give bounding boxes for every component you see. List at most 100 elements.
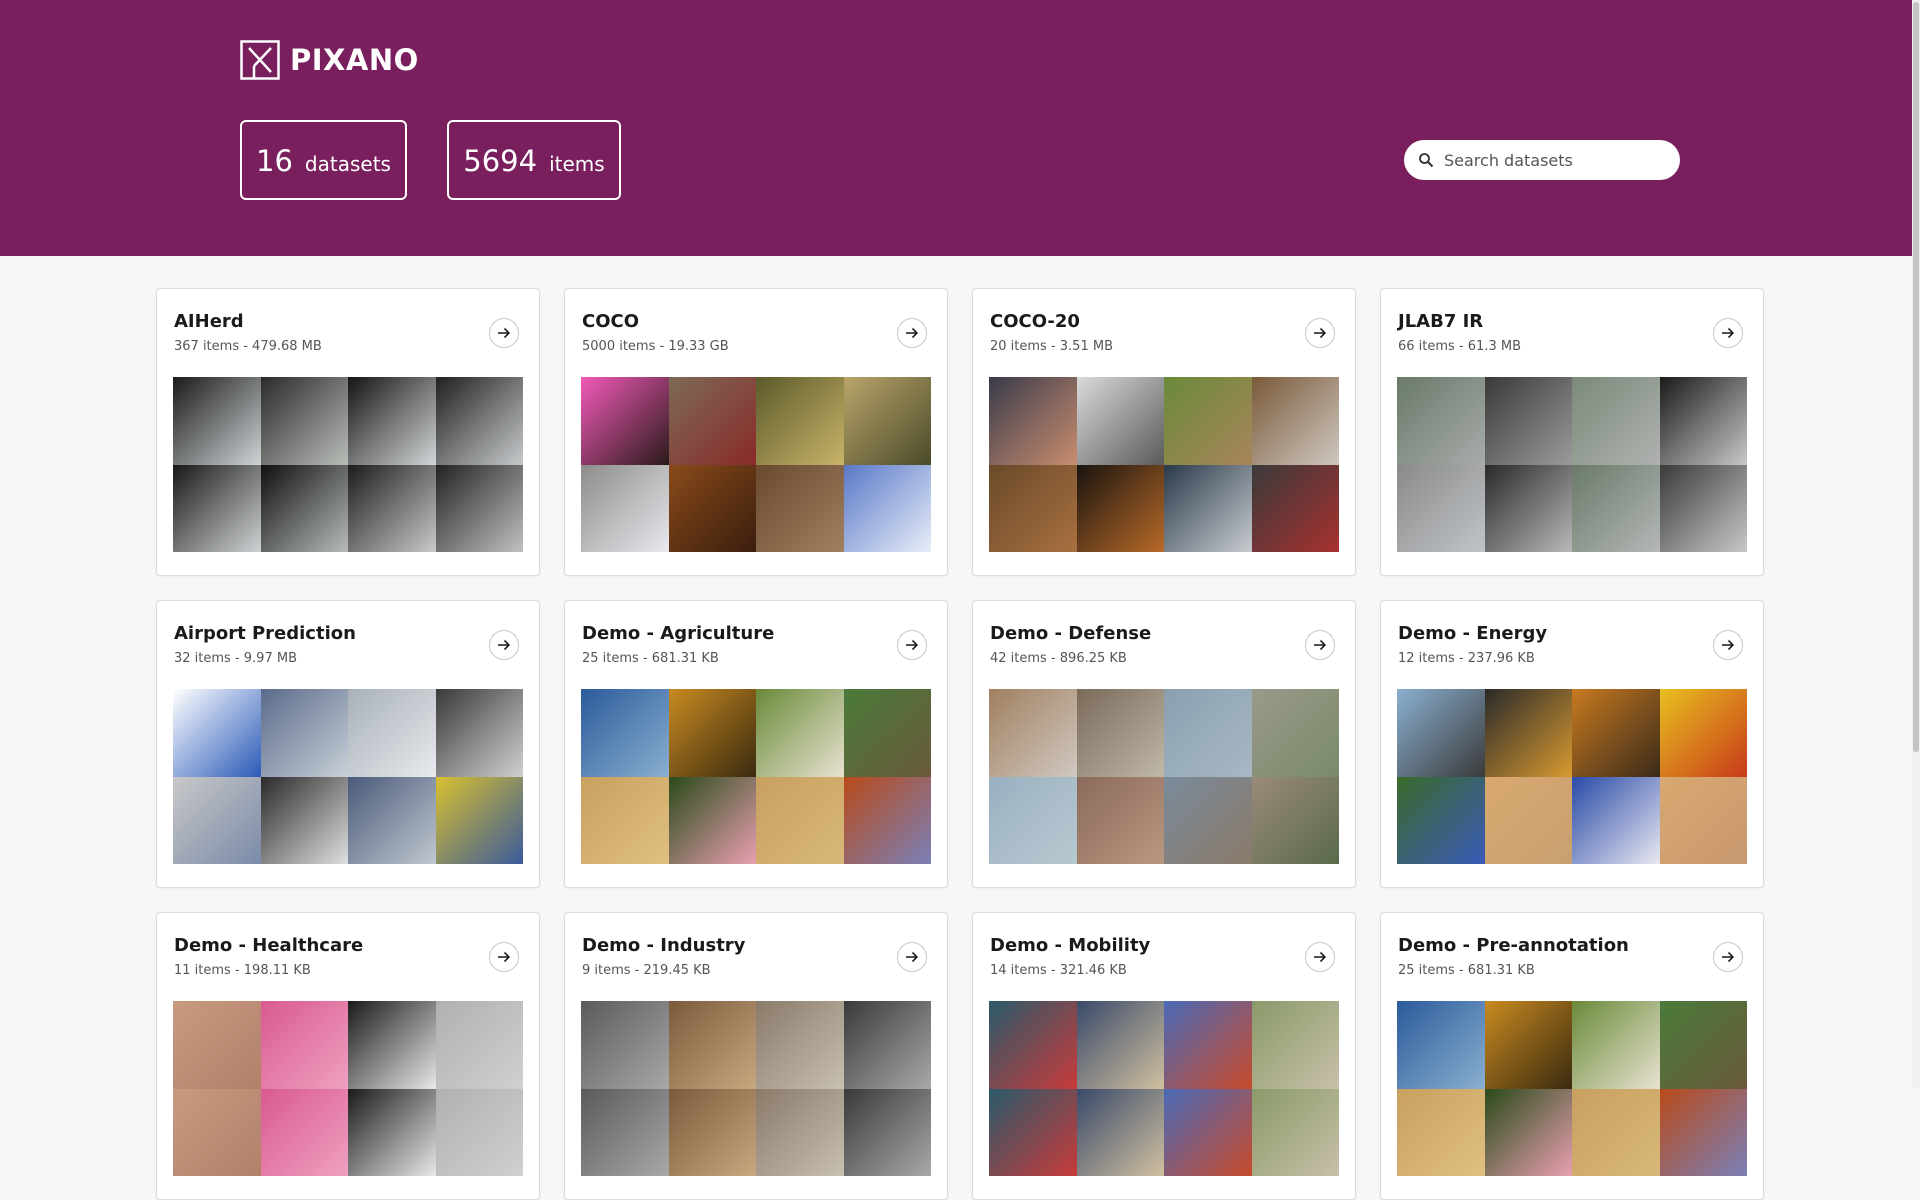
open-dataset-button[interactable]: [489, 318, 519, 348]
open-dataset-button[interactable]: [1713, 942, 1743, 972]
dataset-meta: 12 items - 237.96 KB: [1398, 651, 1535, 666]
dataset-title: COCO: [582, 311, 640, 332]
page-scrollbar[interactable]: [1912, 0, 1920, 1088]
dataset-card[interactable]: Demo - Healthcare 11 items - 198.11 KB: [156, 912, 540, 1200]
thumbnail-image: [173, 689, 261, 777]
app-logo[interactable]: PIXANO: [240, 40, 419, 80]
dataset-meta: 25 items - 681.31 KB: [1398, 963, 1535, 978]
thumbnail-image: [1572, 776, 1660, 864]
thumbnail-image: [260, 464, 348, 552]
dataset-card[interactable]: AIHerd 367 items - 479.68 MB: [156, 288, 540, 576]
thumbnail-image: [1251, 464, 1339, 552]
dataset-meta: 32 items - 9.97 MB: [174, 651, 297, 666]
thumbnail-image: [668, 1088, 756, 1176]
thumbnail-image: [260, 1088, 348, 1176]
open-dataset-button[interactable]: [489, 630, 519, 660]
datasets-label: datasets: [304, 152, 391, 176]
thumbnail-image: [843, 1088, 931, 1176]
thumbnail-image: [1572, 689, 1660, 777]
thumbnail-image: [1397, 776, 1485, 864]
dataset-thumbnails: [989, 689, 1339, 864]
header-banner: PIXANO 16 datasets 5694 items: [0, 0, 1920, 256]
arrow-right-icon: [906, 639, 919, 651]
open-dataset-button[interactable]: [1305, 630, 1335, 660]
thumbnail-image: [1397, 464, 1485, 552]
dataset-card[interactable]: JLAB7 IR 66 items - 61.3 MB: [1380, 288, 1764, 576]
thumbnail-image: [1572, 1001, 1660, 1089]
thumbnail-image: [435, 1088, 523, 1176]
thumbnail-image: [1076, 689, 1164, 777]
thumbnail-image: [581, 464, 669, 552]
thumbnail-image: [668, 689, 756, 777]
thumbnail-image: [1076, 377, 1164, 465]
thumbnail-image: [435, 1001, 523, 1089]
thumbnail-image: [173, 464, 261, 552]
thumbnail-image: [348, 1001, 436, 1089]
thumbnail-image: [581, 689, 669, 777]
thumbnail-image: [260, 1001, 348, 1089]
thumbnail-image: [989, 377, 1077, 465]
open-dataset-button[interactable]: [1305, 318, 1335, 348]
thumbnail-image: [756, 689, 844, 777]
thumbnail-image: [348, 776, 436, 864]
thumbnail-image: [1397, 377, 1485, 465]
arrow-right-icon: [1722, 639, 1735, 651]
arrow-right-icon: [498, 951, 511, 963]
open-dataset-button[interactable]: [489, 942, 519, 972]
arrow-right-icon: [498, 639, 511, 651]
items-count: 5694: [463, 144, 538, 178]
open-dataset-button[interactable]: [897, 630, 927, 660]
thumbnail-image: [843, 1001, 931, 1089]
open-dataset-button[interactable]: [897, 318, 927, 348]
thumbnail-image: [1659, 377, 1747, 465]
thumbnail-image: [1164, 776, 1252, 864]
items-count-box: 5694 items: [447, 120, 621, 200]
dataset-card[interactable]: Airport Prediction 32 items - 9.97 MB: [156, 600, 540, 888]
dataset-thumbnails: [581, 689, 931, 864]
thumbnail-image: [1572, 464, 1660, 552]
dataset-card[interactable]: Demo - Agriculture 25 items - 681.31 KB: [564, 600, 948, 888]
scrollbar-thumb[interactable]: [1913, 2, 1919, 752]
dataset-card[interactable]: Demo - Mobility 14 items - 321.46 KB: [972, 912, 1356, 1200]
dataset-card[interactable]: Demo - Industry 9 items - 219.45 KB: [564, 912, 948, 1200]
search-input[interactable]: [1444, 150, 1664, 170]
dataset-card[interactable]: Demo - Pre-annotation 25 items - 681.31 K…: [1380, 912, 1764, 1200]
dataset-meta: 20 items - 3.51 MB: [990, 339, 1113, 354]
thumbnail-image: [581, 1088, 669, 1176]
dataset-meta: 42 items - 896.25 KB: [990, 651, 1127, 666]
dataset-thumbnails: [989, 377, 1339, 552]
open-dataset-button[interactable]: [897, 942, 927, 972]
thumbnail-image: [348, 464, 436, 552]
dataset-title: AIHerd: [174, 311, 244, 332]
dataset-meta: 25 items - 681.31 KB: [582, 651, 719, 666]
open-dataset-button[interactable]: [1713, 630, 1743, 660]
dataset-title: Demo - Healthcare: [174, 935, 364, 956]
dataset-card[interactable]: Demo - Defense 42 items - 896.25 KB: [972, 600, 1356, 888]
datasets-count-box: 16 datasets: [240, 120, 407, 200]
thumbnail-image: [1484, 689, 1572, 777]
thumbnail-image: [581, 377, 669, 465]
thumbnail-image: [843, 776, 931, 864]
dataset-thumbnails: [581, 1001, 931, 1176]
search-box[interactable]: [1404, 140, 1680, 180]
arrow-right-icon: [1722, 951, 1735, 963]
dataset-thumbnails: [173, 689, 523, 864]
dataset-card[interactable]: COCO 5000 items - 19.33 GB: [564, 288, 948, 576]
thumbnail-image: [756, 1088, 844, 1176]
pixano-logo-icon: [240, 40, 280, 80]
open-dataset-button[interactable]: [1713, 318, 1743, 348]
thumbnail-image: [1659, 776, 1747, 864]
dataset-card[interactable]: COCO-20 20 items - 3.51 MB: [972, 288, 1356, 576]
dataset-thumbnails: [1397, 689, 1747, 864]
dataset-title: Demo - Defense: [990, 623, 1152, 644]
dataset-card[interactable]: Demo - Energy 12 items - 237.96 KB: [1380, 600, 1764, 888]
thumbnail-image: [260, 377, 348, 465]
open-dataset-button[interactable]: [1305, 942, 1335, 972]
thumbnail-image: [668, 1001, 756, 1089]
arrow-right-icon: [1314, 639, 1327, 651]
thumbnail-image: [1484, 464, 1572, 552]
thumbnail-image: [756, 776, 844, 864]
thumbnail-image: [843, 464, 931, 552]
dataset-thumbnails: [989, 1001, 1339, 1176]
dataset-thumbnails: [173, 377, 523, 552]
